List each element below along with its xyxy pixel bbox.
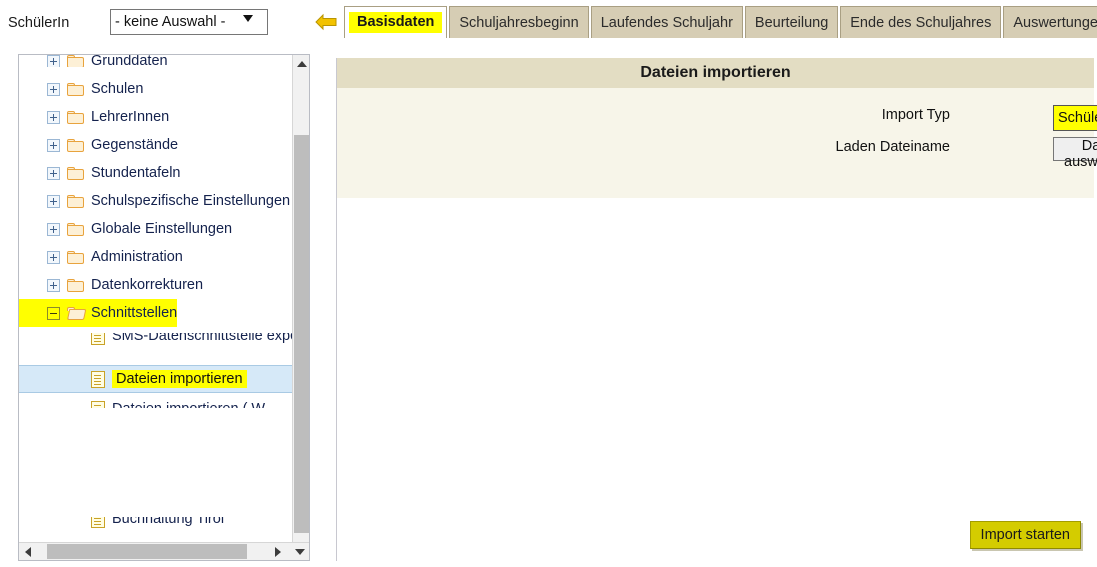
import-result-area: Import starten	[337, 198, 1094, 561]
tree-item-lehrerinnen[interactable]: LehrerInnen	[19, 103, 169, 131]
tree-item-label: Datenkorrekturen	[91, 276, 204, 293]
tree-item-dateien-importieren[interactable]: Dateien importieren	[19, 365, 247, 393]
tree-item-label: Administration	[91, 248, 183, 265]
tree-item-gegenstaende[interactable]: Gegenstände	[19, 131, 178, 159]
tab-auswertungen[interactable]: Auswertungen	[1003, 6, 1097, 38]
triangle-down-icon	[295, 548, 305, 555]
tree-item-datenkorrekturen[interactable]: Datenkorrekturen	[19, 271, 203, 299]
tab-label: Ende des Schuljahres	[850, 14, 992, 31]
horizontal-scroll-thumb[interactable]	[47, 544, 247, 559]
tree-item-grunddaten-clipped[interactable]: Grunddaten	[19, 55, 292, 67]
collapse-toggle-icon[interactable]	[47, 306, 60, 320]
folder-closed-icon	[67, 278, 84, 292]
tree-item-schnittstellen[interactable]: Schnittstellen	[19, 299, 178, 327]
triangle-up-icon	[296, 60, 307, 67]
expand-toggle-icon[interactable]	[47, 222, 60, 236]
expand-toggle-icon[interactable]	[47, 82, 60, 96]
tree-item-label: Buchhaltung Tirol	[112, 517, 225, 527]
import-typ-label: Import Typ	[881, 107, 950, 123]
file-name-label: Laden Dateiname	[835, 139, 950, 155]
tree-item-sms-export-clipped[interactable]: SMS-Datenschnittstelle export	[19, 333, 292, 347]
tree-item-label: Dateien importieren	[112, 369, 247, 389]
folder-closed-icon	[67, 138, 84, 152]
tab-basisdaten[interactable]: Basisdaten	[344, 6, 448, 38]
page-title-text: Dateien importieren	[640, 64, 791, 81]
expand-toggle-icon[interactable]	[47, 166, 60, 180]
expand-toggle-icon[interactable]	[47, 55, 60, 67]
import-typ-select-wrap: Schülerdaten	[1053, 105, 1097, 131]
tab-label: Auswertungen	[1013, 14, 1097, 31]
tab-label: Schuljahresbeginn	[459, 14, 579, 31]
folder-open-icon	[67, 306, 87, 320]
tab-beurteilung[interactable]: Beurteilung	[744, 6, 839, 38]
tab-label: Basisdaten	[349, 12, 443, 33]
document-icon	[91, 517, 105, 528]
tree-item-label: Schnittstellen	[91, 304, 178, 321]
page-title: Dateien importieren	[337, 58, 1094, 88]
folder-closed-icon	[67, 194, 84, 208]
tab-bar: Basisdaten Schuljahresbeginn Laufendes S…	[344, 6, 1097, 38]
folder-closed-icon	[67, 55, 84, 67]
tree-item-dateien-importieren-w-clipped[interactable]: Dateien importieren ( W	[19, 395, 292, 408]
expand-toggle-icon[interactable]	[47, 110, 60, 124]
document-icon	[91, 400, 105, 408]
folder-closed-icon	[67, 82, 84, 96]
tree-item-label: Globale Einstellungen	[91, 220, 233, 237]
tree-item-label: LehrerInnen	[91, 108, 170, 125]
vertical-scroll-thumb[interactable]	[294, 135, 309, 533]
expand-toggle-icon[interactable]	[47, 250, 60, 264]
tree-item-label: Dateien importieren ( W	[112, 402, 265, 408]
student-select[interactable]: - keine Auswahl -	[110, 9, 268, 35]
expand-toggle-icon[interactable]	[47, 278, 60, 292]
tab-laufendes-schuljahr[interactable]: Laufendes Schuljahr	[590, 6, 743, 38]
import-typ-row: Import Typ	[337, 107, 956, 123]
import-typ-select[interactable]: Schülerdaten	[1053, 105, 1097, 131]
tree-item-administration[interactable]: Administration	[19, 243, 183, 271]
tab-label: Beurteilung	[754, 14, 829, 31]
tab-label: Laufendes Schuljahr	[600, 14, 733, 31]
tree-item-buchhaltung-tirol-clipped[interactable]: Buchhaltung Tirol	[19, 517, 292, 531]
expand-toggle-icon[interactable]	[47, 194, 60, 208]
scroll-down-button[interactable]	[291, 543, 309, 560]
folder-closed-icon	[67, 166, 84, 180]
folder-closed-icon	[67, 110, 84, 124]
tree-item-label: Schulspezifische Einstellungen	[91, 192, 291, 209]
scroll-up-button[interactable]	[293, 55, 309, 72]
tree-item-globale-einstellungen[interactable]: Globale Einstellungen	[19, 215, 232, 243]
student-label: SchülerIn	[8, 15, 70, 31]
tree-item-label: Stundentafeln	[91, 164, 181, 181]
import-start-button[interactable]: Import starten	[969, 521, 1081, 549]
tree-item-schulspezifische-einstellungen[interactable]: Schulspezifische Einstellungen	[19, 187, 290, 215]
scroll-left-button[interactable]	[19, 543, 37, 560]
folder-closed-icon	[67, 222, 84, 236]
scroll-right-button[interactable]	[269, 543, 287, 560]
tab-ende-des-schuljahres[interactable]: Ende des Schuljahres	[840, 6, 1002, 38]
folder-closed-icon	[67, 250, 84, 264]
file-label-row: Laden Dateiname	[337, 139, 956, 155]
file-picker-row: Datei auswählen Liste.csv	[1053, 137, 1097, 170]
tree-item-label: Schulen	[91, 80, 144, 97]
tree-vertical-scrollbar[interactable]	[292, 55, 309, 543]
triangle-left-icon	[25, 546, 31, 557]
choose-file-button[interactable]: Datei auswählen	[1053, 137, 1097, 170]
import-form: Import Typ Schülerdaten Laden Dateiname …	[337, 88, 1097, 198]
tree-item-stundentafeln[interactable]: Stundentafeln	[19, 159, 181, 187]
document-icon	[91, 333, 105, 345]
tree-item-label: Gegenstände	[91, 136, 179, 153]
tree-item-schulen[interactable]: Schulen	[19, 75, 143, 103]
tree-content: Grunddaten Schulen LehrerInnen Gegenstän…	[19, 55, 292, 543]
tree-item-label: Grunddaten	[91, 55, 168, 67]
navigation-tree-panel: Grunddaten Schulen LehrerInnen Gegenstän…	[18, 54, 310, 561]
tree-item-label: SMS-Datenschnittstelle export	[112, 333, 292, 344]
top-bar: SchülerIn - keine Auswahl - Basisdaten S…	[0, 0, 1097, 44]
expand-toggle-icon[interactable]	[47, 138, 60, 152]
tab-schuljahresbeginn[interactable]: Schuljahresbeginn	[449, 6, 589, 38]
main-content-panel: Dateien importieren Import Typ Schülerda…	[336, 58, 1097, 561]
tree-horizontal-scrollbar[interactable]	[19, 542, 309, 560]
arrow-left-icon[interactable]	[314, 13, 338, 31]
document-icon	[91, 370, 105, 388]
triangle-right-icon	[275, 546, 281, 557]
